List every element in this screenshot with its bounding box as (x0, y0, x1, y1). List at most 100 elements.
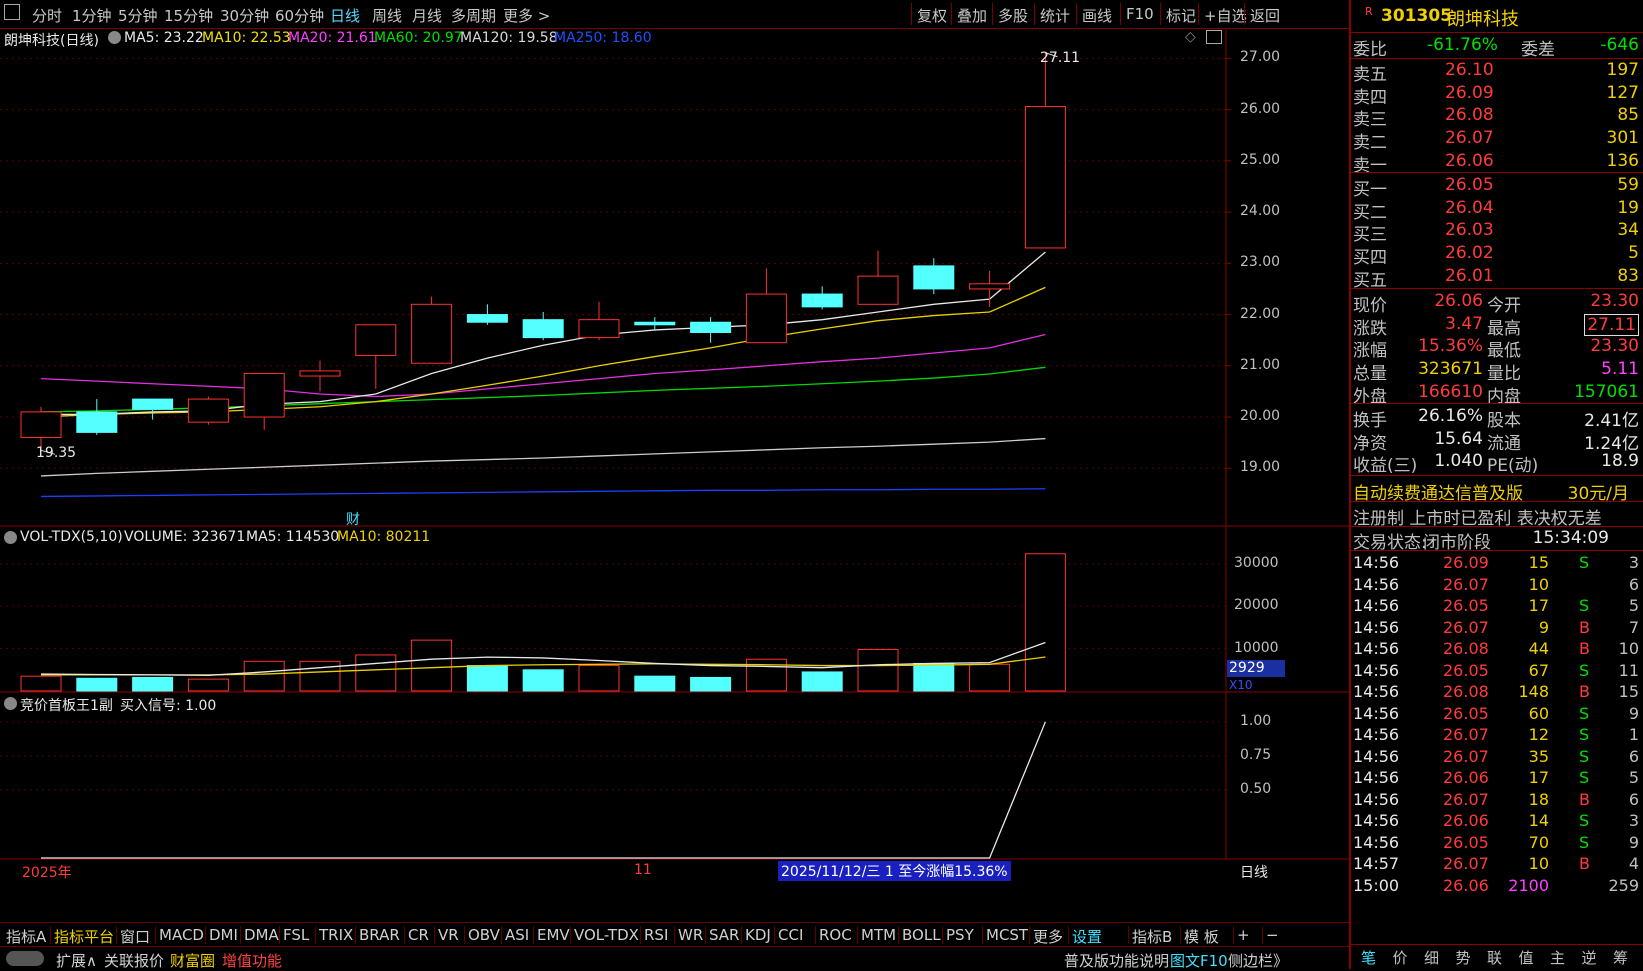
tick-time: 14:56 (1353, 703, 1400, 723)
panel-tab-4[interactable]: 联 (1487, 947, 1502, 968)
ma-label-3: MA60: 20.97 (374, 30, 463, 46)
wealth-circle-button[interactable]: 财富圈 (170, 950, 215, 971)
bid-row: 买四 26.02 5 (1353, 242, 1643, 268)
tick-row: 14:57 26.07 10 B 4 (1353, 853, 1643, 876)
stat-value: 157061 (1574, 381, 1639, 402)
indicator-tab-15[interactable]: RSI (644, 926, 668, 944)
expand-button[interactable]: 扩展∧ (56, 950, 97, 971)
indicator-tab-11[interactable]: OBV (468, 926, 500, 944)
period-tab-10[interactable]: 更多 > (503, 5, 550, 26)
indicator-tab-14[interactable]: VOL-TDX (574, 926, 639, 944)
tick-volume: 35 (1528, 746, 1549, 766)
period-toolbar: 分时 1分钟 5分钟 15分钟 30分钟 60分钟 日线 周线 月线 多周期 更多 > 复权 叠加 多股… (0, 0, 1349, 29)
panel-tab-0[interactable]: 笔 (1361, 947, 1376, 968)
edition-info-button[interactable]: 普及版功能说明 (1064, 950, 1169, 971)
toolbar-button-8[interactable]: 返回 (1250, 5, 1280, 26)
period-tab-9[interactable]: 多周期 (451, 5, 496, 26)
volume-bar (801, 671, 843, 692)
tab-divider (640, 926, 641, 944)
indicator-tab-5[interactable]: DMA (244, 926, 279, 944)
toolbar-button-7[interactable]: +自选 (1204, 5, 1247, 26)
diamond-icon[interactable]: ◇ (1185, 29, 1196, 45)
indicator-tab-23[interactable]: PSY (946, 926, 974, 944)
panel-tab-6[interactable]: 主 (1550, 947, 1565, 968)
indicator-tab-18[interactable]: KDJ (745, 926, 771, 944)
indicator-tab-26[interactable]: 设置 (1072, 926, 1102, 947)
toolbar-divider (1244, 3, 1245, 25)
financial-marker[interactable]: 财 (346, 509, 360, 529)
indicator-tab-7[interactable]: TRIX (319, 926, 353, 944)
indicator-tab-24[interactable]: MCST (986, 926, 1028, 944)
tab-divider (434, 926, 435, 944)
tick-volume: 9 (1538, 617, 1549, 637)
indicator-tab-6[interactable]: FSL (283, 926, 309, 944)
indicator-tab-13[interactable]: EMV (537, 926, 570, 944)
chevron-down-icon[interactable] (4, 697, 17, 710)
sidebar-button[interactable]: 侧边栏》 (1228, 950, 1288, 971)
panel-tab-1[interactable]: 价 (1393, 947, 1408, 968)
period-tab-3[interactable]: 15分钟 (164, 5, 213, 26)
tick-row: 14:56 26.06 17 S 5 (1353, 767, 1643, 790)
indicator-tab-3[interactable]: MACD (159, 926, 204, 944)
period-tab-1[interactable]: 1分钟 (72, 5, 112, 26)
toolbar-button-1[interactable]: 叠加 (957, 5, 987, 26)
r-mark: R (1365, 5, 1373, 18)
indicator-tab-1[interactable]: 指标平台 (54, 926, 114, 947)
indicator-tab-22[interactable]: BOLL (902, 926, 941, 944)
toggle-switch[interactable] (6, 951, 44, 966)
chevron-down-icon[interactable] (4, 531, 17, 544)
tick-count: 3 (1628, 811, 1639, 830)
toolbar-button-2[interactable]: 多股 (998, 5, 1028, 26)
period-tab-0[interactable]: 分时 (32, 5, 62, 26)
indicator-tab-16[interactable]: WR (678, 926, 703, 944)
f10-button[interactable]: 图文F10 (1170, 950, 1228, 971)
tick-volume: 10 (1528, 854, 1549, 873)
panel-divider (1351, 172, 1643, 173)
toolbar-button-3[interactable]: 统计 (1040, 5, 1070, 26)
toolbar-button-4[interactable]: 画线 (1082, 5, 1112, 26)
toolbar-button-6[interactable]: 标记 (1166, 5, 1196, 26)
tab-divider (240, 926, 241, 944)
indicator-tab-10[interactable]: VR (438, 926, 459, 944)
indicator-tab-21[interactable]: MTM (861, 926, 896, 944)
bid-price: 26.02 (1445, 243, 1494, 264)
panel-tab-2[interactable]: 细 (1424, 947, 1439, 968)
period-tab-7[interactable]: 周线 (372, 5, 402, 26)
indicator-tab-9[interactable]: CR (408, 926, 429, 944)
indicator-tab-19[interactable]: CCI (778, 926, 803, 944)
period-tab-2[interactable]: 5分钟 (118, 5, 158, 26)
period-tab-6[interactable]: 日线 (330, 5, 360, 26)
period-tab-5[interactable]: 60分钟 (275, 5, 324, 26)
toolbar-button-5[interactable]: F10 (1126, 5, 1154, 23)
panel-tab-7[interactable]: 逆 (1582, 947, 1597, 968)
panel-tab-8[interactable]: 筹 (1613, 947, 1628, 968)
period-tab-4[interactable]: 30分钟 (220, 5, 269, 26)
related-quotes-button[interactable]: 关联报价 (104, 950, 164, 971)
toolbar-divider (1198, 3, 1199, 25)
indicator-tab-12[interactable]: ASI (505, 926, 529, 944)
indicator-tab-8[interactable]: BRAR (359, 926, 400, 944)
chevron-down-icon[interactable] (108, 31, 121, 44)
candle-body (801, 293, 843, 308)
indicator-tab-28[interactable]: 模 板 (1184, 926, 1219, 947)
ask-price: 26.09 (1445, 82, 1494, 103)
toolbar-button-0[interactable]: 复权 (917, 5, 947, 26)
value-added-button[interactable]: 增值功能 (222, 950, 282, 971)
period-tab-8[interactable]: 月线 (412, 5, 442, 26)
ask-row: 卖二 26.07 301 (1353, 127, 1643, 153)
indicator-tab-4[interactable]: DMI (209, 926, 238, 944)
indicator-tab-20[interactable]: ROC (819, 926, 852, 944)
indicator-tab-30[interactable]: − (1266, 926, 1279, 944)
indicator-tab-2[interactable]: 窗口 (120, 926, 150, 947)
panel-tab-5[interactable]: 值 (1519, 947, 1534, 968)
tick-side: B (1579, 617, 1590, 637)
window-toggle-icon[interactable] (4, 4, 20, 20)
price-tick-label: 21.00 (1240, 356, 1281, 373)
indicator-tab-27[interactable]: 指标B (1132, 926, 1172, 947)
indicator-tab-17[interactable]: SAR (709, 926, 739, 944)
indicator-tab-25[interactable]: 更多 (1033, 926, 1063, 947)
indicator-tab-0[interactable]: 指标A (6, 926, 46, 947)
panel-tab-3[interactable]: 势 (1456, 947, 1471, 968)
indicator-tab-29[interactable]: + (1237, 926, 1250, 944)
panel-toggle-icon[interactable] (1206, 30, 1222, 44)
